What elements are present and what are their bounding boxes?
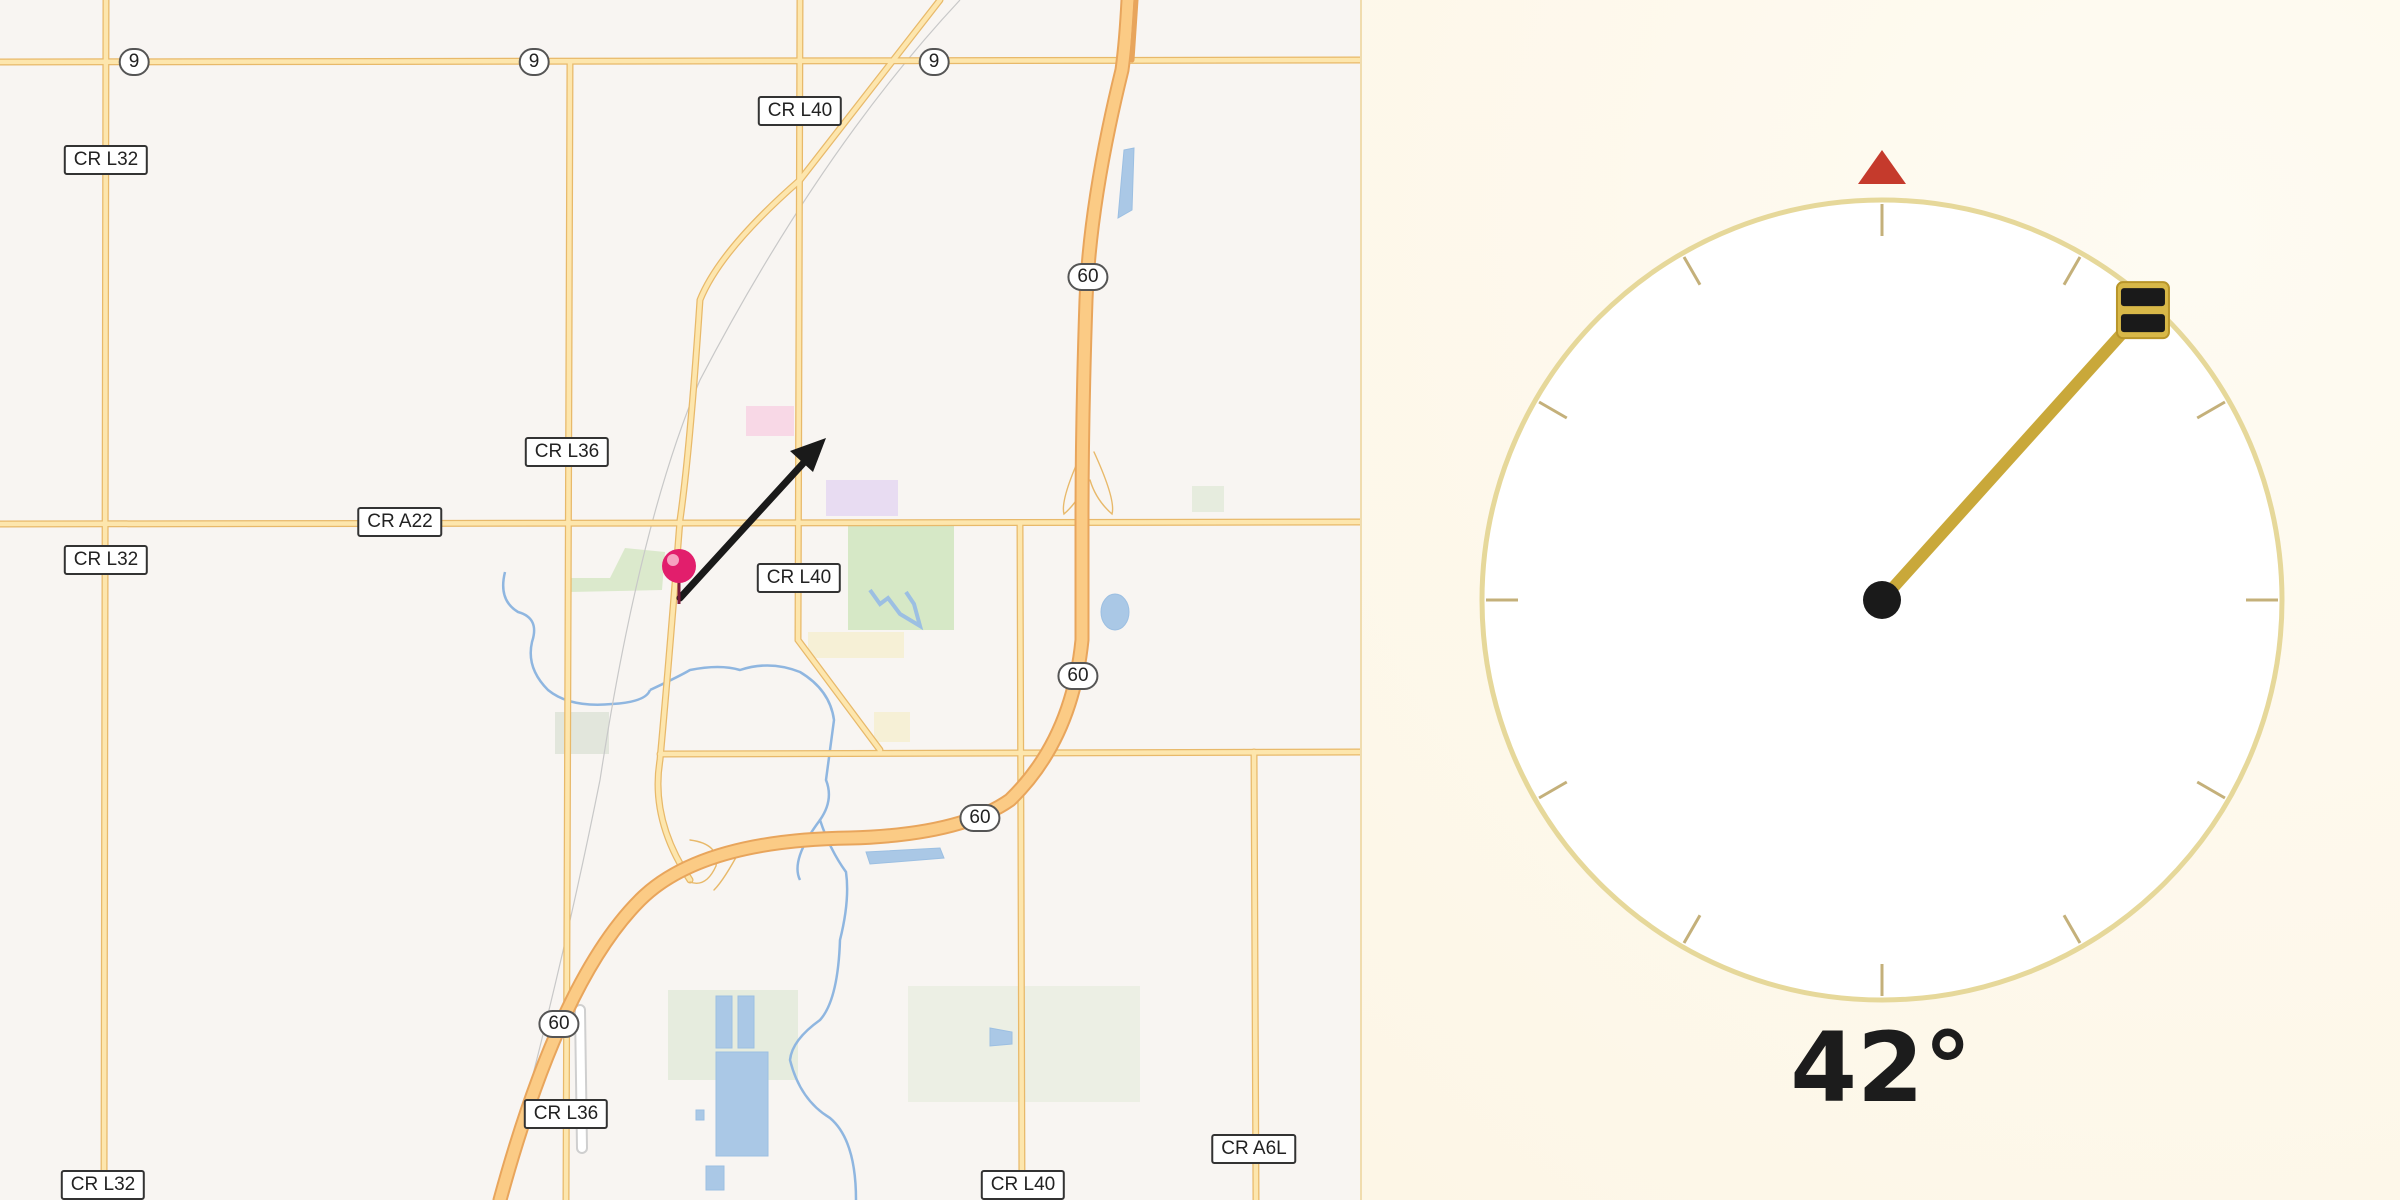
compass-center-pivot xyxy=(1863,581,1901,619)
location-pin-icon[interactable] xyxy=(662,549,696,604)
map-view[interactable]: 9 9 9 60 60 60 60 CR L40 CR L32 CR L36 C… xyxy=(0,0,1362,1200)
north-marker-icon xyxy=(1858,150,1906,184)
heading-readout: 42° xyxy=(1790,1012,1972,1124)
compass-panel: 42° xyxy=(1362,0,2400,1200)
map-overlay xyxy=(662,438,826,604)
direction-arrow-icon xyxy=(676,438,826,602)
needle-handle-icon[interactable] xyxy=(2115,281,2170,340)
